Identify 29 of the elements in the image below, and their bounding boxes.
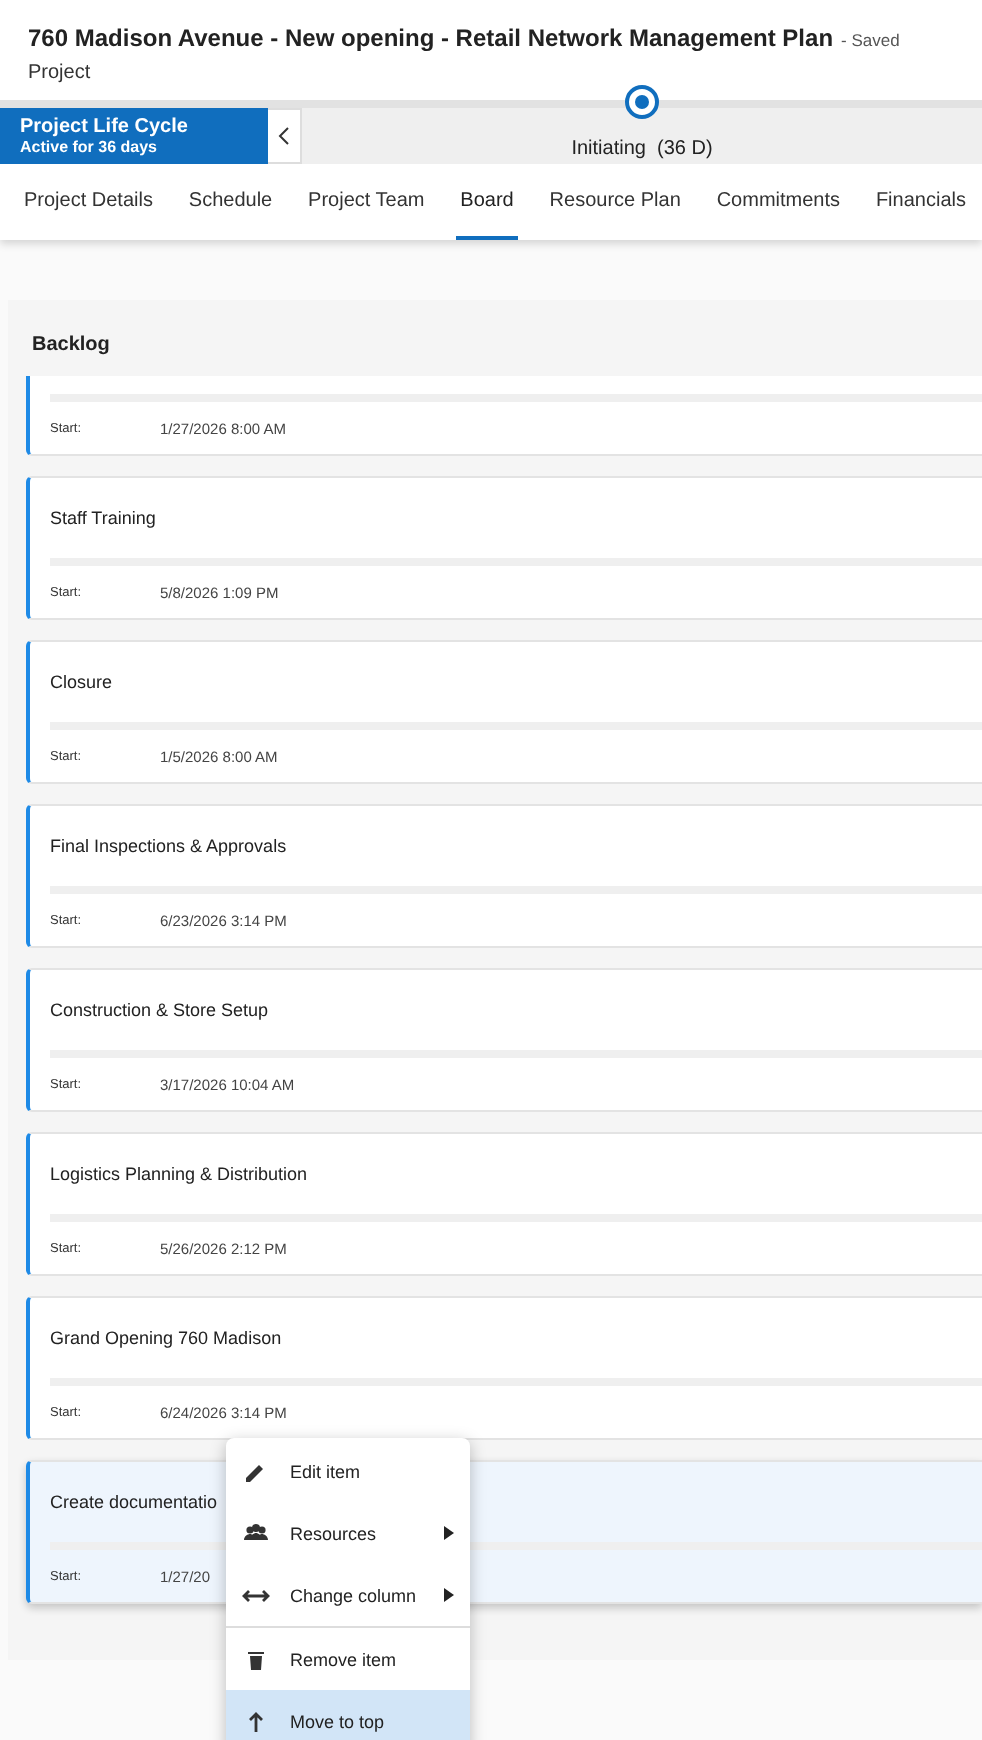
card-title: Logistics Planning & Distribution	[50, 1164, 308, 1184]
chevron-left-icon	[278, 126, 290, 146]
card-title: Construction & Store Setup	[50, 1000, 269, 1020]
tab[interactable]: Project Team	[304, 164, 429, 240]
lifecycle-duration: Active for 36 days	[20, 138, 159, 156]
stage-marker-icon	[624, 84, 660, 120]
submenu-caret-icon	[444, 1588, 454, 1602]
tab[interactable]: Resource Plan	[545, 164, 685, 240]
lifecycle-panel[interactable]: Project Life Cycle Active for 36 days	[0, 108, 268, 164]
lifecycle-title: Project Life Cycle	[20, 116, 190, 138]
entity-type: Project	[28, 62, 91, 84]
save-status: - Saved	[841, 30, 900, 50]
tab[interactable]: Commitments	[712, 164, 845, 240]
tab[interactable]: Project Details	[20, 164, 157, 240]
tab[interactable]: Schedule	[184, 164, 277, 240]
card-title: Staff Training	[50, 508, 156, 528]
tab[interactable]: Board	[456, 164, 518, 240]
submenu-caret-icon	[444, 1526, 454, 1540]
card-title: Closure	[50, 672, 113, 692]
menu-item[interactable]: Move to top	[226, 1690, 470, 1740]
project-title: 760 Madison Avenue - New opening - Retail Network Management Plan	[28, 24, 834, 52]
card-title: Create documentatio	[50, 1492, 218, 1512]
back-button[interactable]	[268, 108, 302, 164]
column-header: Backlog	[30, 332, 112, 360]
card-title: Final Inspections & Approvals	[50, 836, 287, 856]
stage-label: Initiating (36 D)	[571, 138, 713, 160]
tab[interactable]: Financials	[871, 164, 970, 240]
menu-item[interactable]: Resources	[226, 1502, 470, 1564]
card-title: Grand Opening 760 Madison	[50, 1328, 282, 1348]
